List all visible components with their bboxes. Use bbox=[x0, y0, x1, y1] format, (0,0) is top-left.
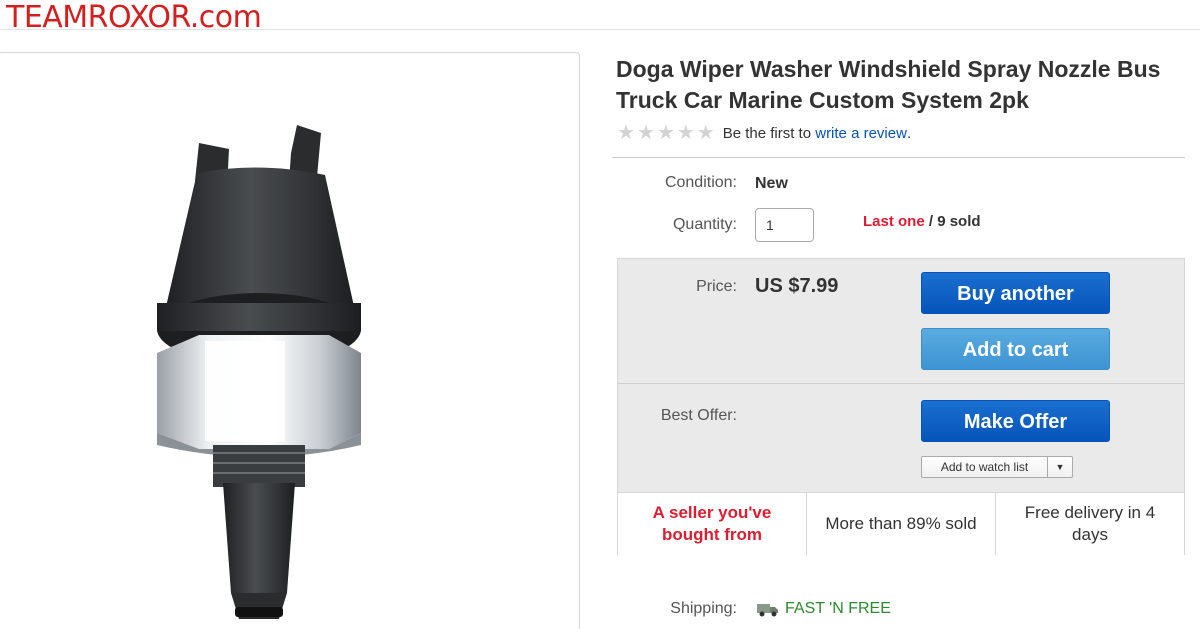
nozzle-photo bbox=[157, 125, 361, 619]
badge-seller: A seller you've bought from bbox=[618, 493, 807, 555]
badge-delivery: Free delivery in 4 days bbox=[1024, 503, 1156, 544]
buy-box-divider bbox=[618, 383, 1184, 384]
watch-list-dropdown[interactable]: ▼ bbox=[1048, 456, 1073, 478]
star-icon: ★ bbox=[676, 122, 695, 144]
stock-sold: / 9 sold bbox=[924, 213, 981, 230]
rating-row: ★ ★ ★ ★ ★ Be the first to write a review… bbox=[617, 122, 912, 144]
watermark-logo: TEAMROXOR.com bbox=[6, 0, 262, 35]
condition-label: Condition: bbox=[664, 174, 737, 191]
star-rating: ★ ★ ★ ★ ★ bbox=[617, 122, 715, 144]
star-icon: ★ bbox=[636, 122, 655, 144]
add-to-cart-button[interactable]: Add to cart bbox=[921, 328, 1110, 370]
shipping-label: Shipping: bbox=[670, 600, 737, 617]
condition-value: New bbox=[755, 175, 788, 192]
truck-icon bbox=[757, 604, 778, 617]
quantity-input[interactable] bbox=[755, 208, 814, 242]
best-offer-label: Best Offer: bbox=[660, 407, 737, 424]
stock-highlight: Last one bbox=[863, 213, 925, 230]
buy-another-button[interactable]: Buy another bbox=[921, 272, 1110, 314]
review-prefix: Be the first to bbox=[722, 124, 812, 142]
quantity-label: Quantity: bbox=[672, 216, 737, 233]
stock-status: Last one / 9 sold bbox=[863, 213, 981, 230]
review-suffix: . bbox=[906, 124, 912, 142]
badge-sold-percent: More than 89% sold bbox=[807, 493, 996, 555]
product-title: Doga Wiper Washer Windshield Spray Nozzl… bbox=[616, 56, 1161, 113]
shipping-value: FAST 'N FREE bbox=[757, 600, 891, 618]
add-to-watch-list-button[interactable]: Add to watch list bbox=[921, 456, 1048, 478]
title-divider bbox=[612, 157, 1185, 158]
top-bar: TEAMROXOR.com bbox=[0, 0, 1200, 35]
price-value: US $7.99 bbox=[755, 275, 839, 297]
caret-down-icon: ▼ bbox=[1055, 462, 1065, 472]
star-icon: ★ bbox=[617, 122, 635, 144]
star-icon: ★ bbox=[656, 122, 675, 144]
write-review-link[interactable]: write a review bbox=[815, 125, 907, 142]
price-label: Price: bbox=[696, 278, 737, 295]
make-offer-button[interactable]: Make Offer bbox=[921, 400, 1110, 442]
watch-list-control: Add to watch list ▼ bbox=[921, 456, 1073, 478]
seller-badges: A seller you've bought from More than 89… bbox=[618, 492, 1184, 555]
shipping-text: FAST 'N FREE bbox=[785, 600, 891, 617]
star-icon: ★ bbox=[696, 122, 715, 144]
product-image[interactable] bbox=[0, 52, 580, 629]
